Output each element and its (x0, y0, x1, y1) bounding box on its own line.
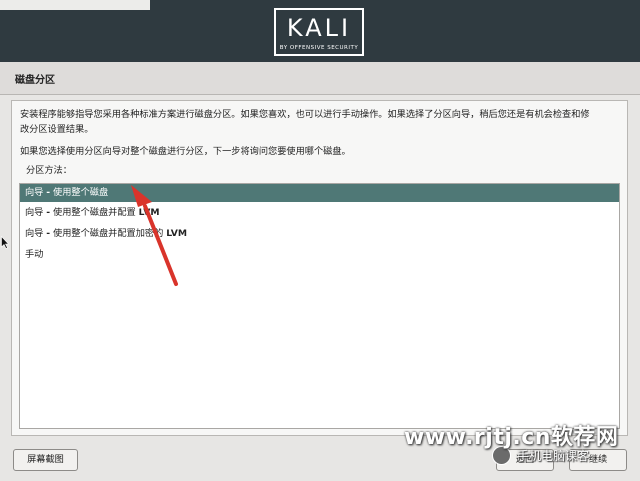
kali-header: KALI BY OFFENSIVE SECURITY (0, 0, 640, 62)
option-text: 使用整个磁盘并配置 (50, 207, 139, 218)
partition-method-label: 分区方法： (26, 165, 72, 176)
option-text: 使用整个磁盘 (50, 187, 109, 198)
header-left-strip (0, 0, 150, 10)
watermark-account: 手机电脑课客 (517, 449, 590, 463)
kali-logo-subtitle: BY OFFENSIVE SECURITY (279, 45, 359, 51)
option-prefix: 手动 (25, 249, 44, 260)
option-prefix: 向导 (25, 187, 47, 198)
option-suffix: LVM (138, 207, 160, 218)
option-text: 使用整个磁盘并配置加密的 (50, 228, 167, 239)
partition-method-list[interactable]: 向导 - 使用整个磁盘 向导 - 使用整个磁盘并配置 LVM 向导 - 使用整个… (19, 183, 620, 429)
page-title-bar: 磁盘分区 (0, 62, 640, 95)
kali-logo: KALI BY OFFENSIVE SECURITY (274, 8, 364, 56)
option-guided-entire-disk-encrypted-lvm[interactable]: 向导 - 使用整个磁盘并配置加密的 LVM (20, 225, 619, 243)
content-panel: 安装程序能够指导您采用各种标准方案进行磁盘分区。如果您喜欢，也可以进行手动操作。… (11, 100, 628, 436)
kali-logo-text: KALI (286, 14, 352, 42)
mouse-cursor-icon (1, 236, 9, 249)
page-title: 磁盘分区 (15, 75, 55, 86)
option-suffix: LVM (166, 228, 188, 239)
option-guided-entire-disk-lvm[interactable]: 向导 - 使用整个磁盘并配置 LVM (20, 204, 619, 222)
option-prefix: 向导 (25, 228, 47, 239)
guided-paragraph: 如果您选择使用分区向导对整个磁盘进行分区，下一步将询问您要使用哪个磁盘。 (20, 146, 351, 157)
intro-paragraph: 安装程序能够指导您采用各种标准方案进行磁盘分区。如果您喜欢，也可以进行手动操作。… (20, 107, 620, 137)
intro-line-2: 改分区设置结果。 (20, 124, 94, 135)
intro-line-1: 安装程序能够指导您采用各种标准方案进行磁盘分区。如果您喜欢，也可以进行手动操作。… (20, 109, 590, 120)
screenshot-button[interactable]: 屏幕截图 (13, 449, 78, 471)
option-guided-entire-disk[interactable]: 向导 - 使用整个磁盘 (20, 184, 619, 202)
option-prefix: 向导 (25, 207, 47, 218)
option-manual[interactable]: 手动 (20, 246, 619, 264)
